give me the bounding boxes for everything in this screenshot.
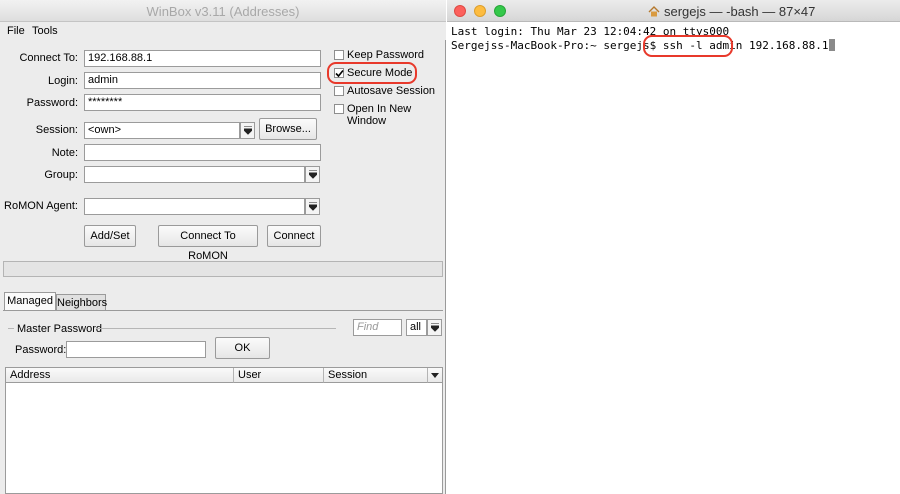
- connect-to-label: Connect To:: [19, 52, 78, 64]
- keep-password-label: Keep Password: [347, 49, 425, 61]
- connect-to-romon-button[interactable]: Connect To RoMON: [158, 225, 258, 262]
- group-border: [8, 328, 14, 329]
- group-label: Group:: [44, 169, 78, 181]
- terminal-titlebar[interactable]: sergejs — -bash — 87×47: [447, 0, 900, 22]
- filter-select[interactable]: all: [406, 319, 427, 336]
- open-in-new-window-label: Open In New Window: [347, 103, 412, 127]
- master-password-group-label: Master Password: [17, 323, 102, 335]
- terminal-title: sergejs — -bash — 87×47: [664, 4, 816, 19]
- master-password-input[interactable]: [66, 341, 206, 358]
- password-label: Password:: [26, 97, 78, 109]
- winbox-title: WinBox v3.11 (Addresses): [146, 4, 300, 19]
- winbox-menubar: File Tools: [0, 22, 446, 40]
- column-header-session[interactable]: Session: [324, 368, 428, 383]
- connect-to-input[interactable]: 192.168.88.1: [84, 50, 321, 67]
- winbox-titlebar[interactable]: WinBox v3.11 (Addresses): [0, 0, 446, 22]
- column-header-user[interactable]: User: [234, 368, 324, 383]
- home-icon: [648, 6, 660, 17]
- menu-file[interactable]: File: [7, 25, 25, 37]
- terminal-cursor: [828, 39, 835, 51]
- filter-dropdown-button[interactable]: [427, 319, 442, 336]
- autosave-session-checkbox[interactable]: [334, 86, 344, 96]
- login-label: Login:: [48, 75, 78, 87]
- column-header-address[interactable]: Address: [6, 368, 234, 383]
- sessions-table: Address User Session: [5, 367, 443, 494]
- terminal-window: sergejs — -bash — 87×47 Last login: Thu …: [447, 0, 900, 494]
- dropdown-arrow-icon: [309, 170, 317, 179]
- master-password-label: Password:: [15, 344, 67, 356]
- minimize-button[interactable]: [474, 5, 486, 17]
- keep-password-checkbox[interactable]: [334, 50, 344, 60]
- terminal-argument: 192.168.88.1: [742, 39, 829, 52]
- romon-agent-label: RoMON Agent:: [4, 200, 78, 212]
- ok-button[interactable]: OK: [215, 337, 270, 359]
- winbox-window: WinBox v3.11 (Addresses) File Tools Conn…: [0, 0, 446, 494]
- session-label: Session:: [35, 124, 78, 136]
- status-bar: [3, 261, 443, 277]
- zoom-button[interactable]: [494, 5, 506, 17]
- add-set-button[interactable]: Add/Set: [84, 225, 136, 247]
- find-input[interactable]: Find: [353, 319, 402, 336]
- romon-agent-select[interactable]: [84, 198, 305, 215]
- menu-tools[interactable]: Tools: [32, 25, 58, 37]
- password-input[interactable]: ********: [84, 94, 321, 111]
- session-dropdown-button[interactable]: [240, 122, 255, 139]
- dropdown-arrow-icon: [244, 126, 252, 135]
- group-border: [96, 328, 336, 329]
- romon-dropdown-button[interactable]: [305, 198, 320, 215]
- dropdown-arrow-icon: [309, 202, 317, 211]
- open-in-new-window-checkbox[interactable]: [334, 104, 344, 114]
- tab-managed[interactable]: Managed: [4, 292, 56, 311]
- terminal-prompt: Sergejss-MacBook-Pro:~ sergejs$: [451, 39, 663, 52]
- note-input[interactable]: [84, 144, 321, 161]
- ssh-command-highlight: [643, 35, 733, 57]
- dropdown-arrow-icon: [431, 323, 439, 332]
- note-label: Note:: [51, 147, 78, 159]
- column-menu-button[interactable]: [428, 368, 442, 383]
- browse-button[interactable]: Browse...: [259, 118, 317, 140]
- session-select[interactable]: <own>: [84, 122, 240, 139]
- login-input[interactable]: admin: [84, 72, 321, 89]
- close-button[interactable]: [454, 5, 466, 17]
- group-dropdown-button[interactable]: [305, 166, 320, 183]
- connect-button[interactable]: Connect: [267, 225, 321, 247]
- group-select[interactable]: [84, 166, 305, 183]
- secure-mode-highlight: [327, 62, 417, 84]
- column-menu-icon: [431, 373, 439, 378]
- autosave-session-label: Autosave Session: [347, 85, 436, 97]
